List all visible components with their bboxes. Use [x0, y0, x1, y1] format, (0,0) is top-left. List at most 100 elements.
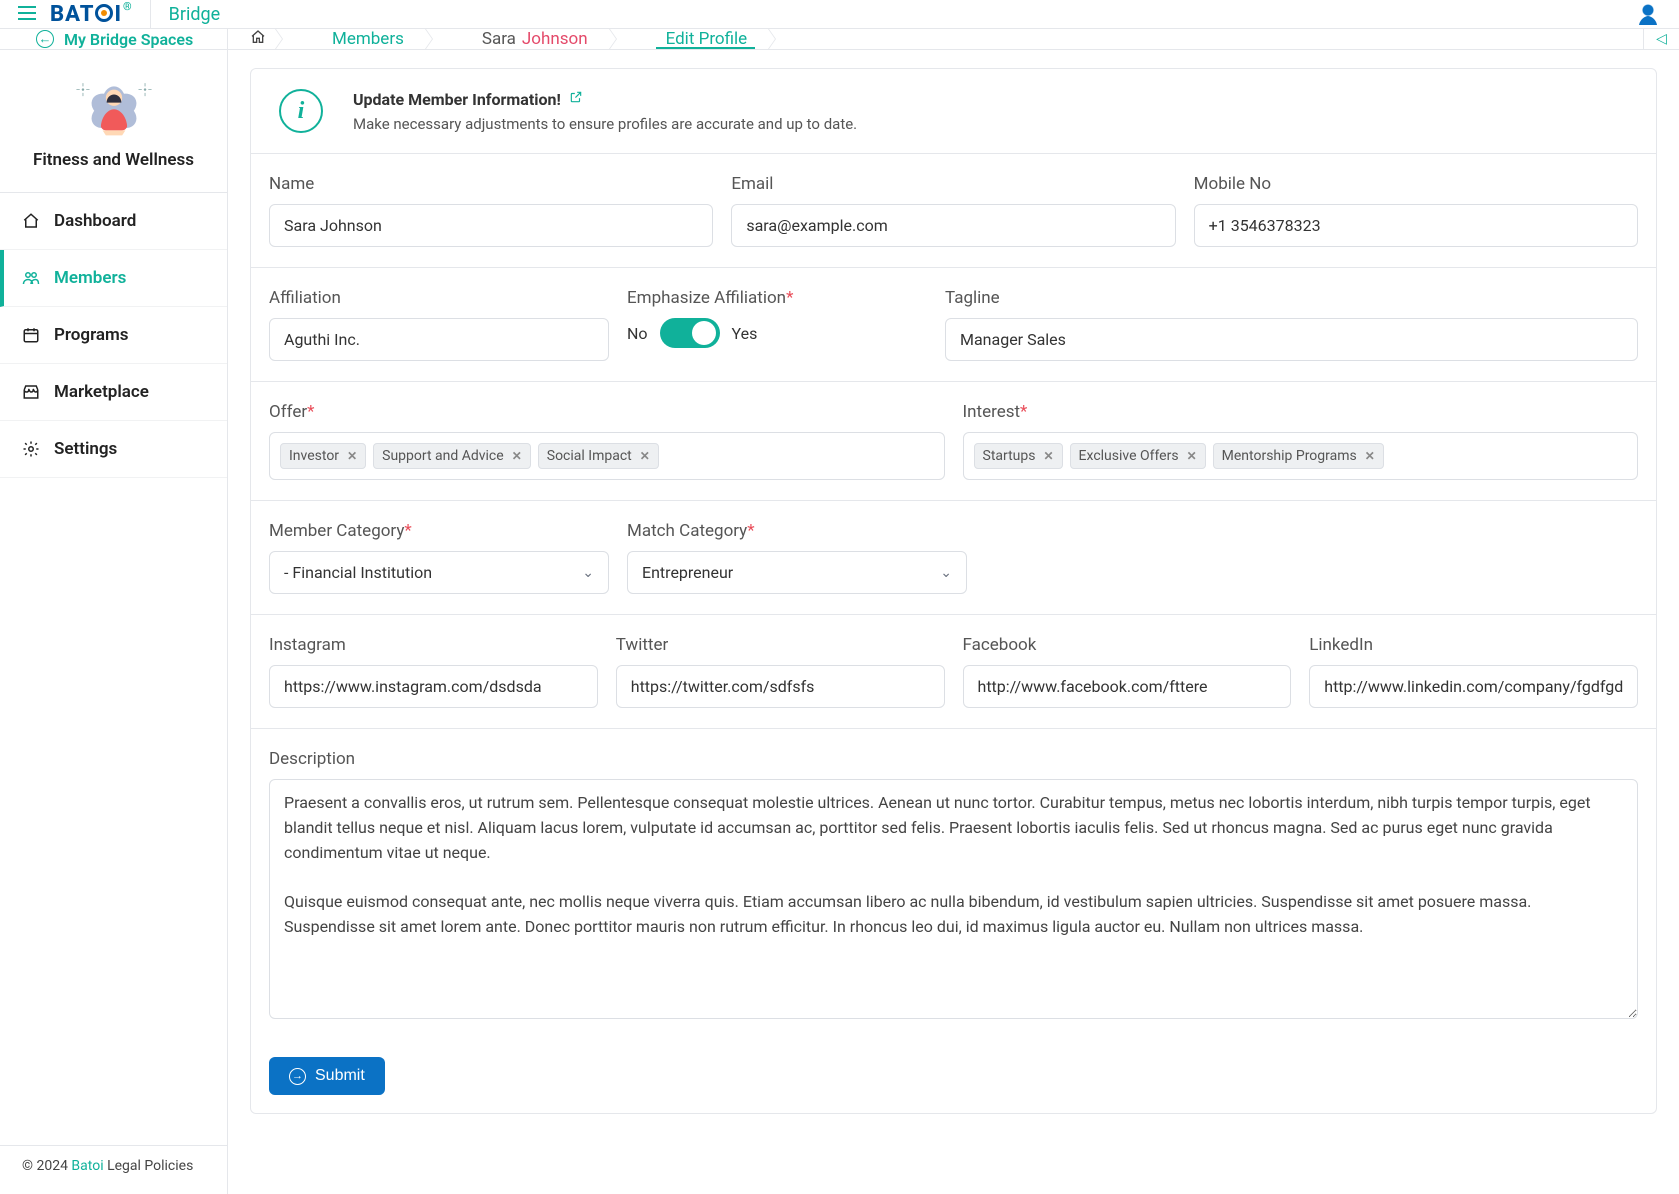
- sidebar-item-label: Marketplace: [54, 382, 149, 402]
- crumb-edit-profile[interactable]: Edit Profile: [636, 29, 776, 49]
- chevron-down-icon: ⌄: [940, 565, 952, 581]
- label-interest: Interest*: [963, 402, 1639, 422]
- description-textarea[interactable]: [269, 779, 1638, 1019]
- tagline-input[interactable]: [945, 318, 1638, 361]
- footer-brand-link[interactable]: Batoi: [71, 1158, 103, 1174]
- external-link-icon[interactable]: [569, 90, 583, 108]
- user-avatar-icon[interactable]: [1635, 1, 1661, 27]
- sidebar-item-members[interactable]: Members: [0, 250, 227, 307]
- sidebar-nav: Dashboard Members Programs Marketplace S…: [0, 193, 227, 1145]
- tag: Social Impact ✕: [538, 443, 659, 469]
- chevron-down-icon: ⌄: [582, 565, 594, 581]
- content: i Update Member Information! Make necess…: [228, 50, 1679, 1194]
- twitter-input[interactable]: [616, 665, 945, 708]
- brand-logo[interactable]: BATI®: [50, 2, 132, 27]
- store-icon: [22, 383, 40, 401]
- sidebar-item-settings[interactable]: Settings: [0, 421, 227, 478]
- sidebar-item-label: Settings: [54, 439, 117, 459]
- breadcrumb-sep: [616, 29, 636, 49]
- users-icon: [22, 269, 40, 287]
- email-input[interactable]: [731, 204, 1175, 247]
- label-name: Name: [269, 174, 713, 194]
- topbar: BATI® Bridge: [0, 0, 1679, 29]
- tag: Startups ✕: [974, 443, 1063, 469]
- tag-label: Investor: [289, 448, 339, 464]
- linkedin-input[interactable]: [1309, 665, 1638, 708]
- collapse-panel-icon[interactable]: ◁: [1643, 29, 1679, 49]
- calendar-icon: [22, 326, 40, 344]
- tag: Exclusive Offers ✕: [1070, 443, 1206, 469]
- arrow-right-icon: →: [289, 1068, 306, 1085]
- label-match-category: Match Category*: [627, 521, 967, 541]
- match-category-select[interactable]: Entrepreneur ⌄: [627, 551, 967, 594]
- toggle-yes-label: Yes: [732, 324, 758, 343]
- label-emphasize-affiliation: Emphasize Affiliation*: [627, 288, 927, 308]
- sidebar-item-programs[interactable]: Programs: [0, 307, 227, 364]
- sidebar-item-dashboard[interactable]: Dashboard: [0, 193, 227, 250]
- info-icon: i: [279, 89, 323, 133]
- space-header: Fitness and Wellness: [0, 50, 227, 193]
- sidebar-footer: © 2024 Batoi Legal Policies: [0, 1145, 227, 1194]
- submit-button[interactable]: → Submit: [269, 1057, 385, 1095]
- label-member-category: Member Category*: [269, 521, 609, 541]
- breadcrumb-sep: [282, 29, 302, 49]
- label-offer: Offer*: [269, 402, 945, 422]
- tag-remove-icon[interactable]: ✕: [347, 449, 357, 463]
- tag-label: Exclusive Offers: [1079, 448, 1179, 464]
- label-instagram: Instagram: [269, 635, 598, 655]
- sidebar-item-label: Members: [54, 268, 126, 288]
- facebook-input[interactable]: [963, 665, 1292, 708]
- tag-remove-icon[interactable]: ✕: [512, 449, 522, 463]
- label-description: Description: [269, 749, 1638, 769]
- emphasize-affiliation-toggle[interactable]: [660, 318, 720, 348]
- crumb-member-name[interactable]: Sara Johnson: [452, 29, 616, 49]
- offer-tag-input[interactable]: Investor✕Support and Advice✕Social Impac…: [269, 432, 945, 480]
- affiliation-input[interactable]: [269, 318, 609, 361]
- tag: Investor ✕: [280, 443, 366, 469]
- info-banner: i Update Member Information! Make necess…: [251, 69, 1656, 154]
- breadcrumb: Members Sara Johnson Edit Profile: [228, 29, 1643, 49]
- breadcrumb-sep: [432, 29, 452, 49]
- tag-remove-icon[interactable]: ✕: [1365, 449, 1375, 463]
- tag-remove-icon[interactable]: ✕: [1043, 449, 1053, 463]
- label-linkedin: LinkedIn: [1309, 635, 1638, 655]
- tag-remove-icon[interactable]: ✕: [640, 449, 650, 463]
- gear-icon: [22, 440, 40, 458]
- label-affiliation: Affiliation: [269, 288, 609, 308]
- crumb-members[interactable]: Members: [302, 29, 432, 49]
- label-email: Email: [731, 174, 1175, 194]
- info-description: Make necessary adjustments to ensure pro…: [353, 115, 857, 133]
- sidebar: Fitness and Wellness Dashboard Members P…: [0, 50, 228, 1194]
- edit-profile-card: i Update Member Information! Make necess…: [250, 68, 1657, 1114]
- space-name: Fitness and Wellness: [10, 150, 217, 170]
- tag-label: Support and Advice: [382, 448, 504, 464]
- tag-remove-icon[interactable]: ✕: [1187, 449, 1197, 463]
- tag: Mentorship Programs ✕: [1213, 443, 1384, 469]
- label-mobile: Mobile No: [1194, 174, 1638, 194]
- tag-label: Mentorship Programs: [1222, 448, 1357, 464]
- sidebar-item-marketplace[interactable]: Marketplace: [0, 364, 227, 421]
- info-title: Update Member Information!: [353, 90, 561, 109]
- sidebar-item-label: Dashboard: [54, 211, 136, 231]
- mobile-input[interactable]: [1194, 204, 1638, 247]
- menu-icon[interactable]: [18, 5, 50, 24]
- my-bridge-spaces-link[interactable]: ← My Bridge Spaces: [0, 29, 228, 49]
- my-bridge-spaces-label: My Bridge Spaces: [64, 30, 193, 49]
- label-tagline: Tagline: [945, 288, 1638, 308]
- brand-sublabel[interactable]: Bridge: [169, 4, 221, 25]
- tag: Support and Advice ✕: [373, 443, 531, 469]
- sidebar-item-label: Programs: [54, 325, 129, 345]
- divider: [150, 0, 151, 28]
- breadcrumb-sep: [775, 29, 795, 49]
- name-input[interactable]: [269, 204, 713, 247]
- back-arrow-icon: ←: [36, 30, 54, 48]
- main: Fitness and Wellness Dashboard Members P…: [0, 50, 1679, 1194]
- tag-label: Startups: [983, 448, 1036, 464]
- toggle-no-label: No: [627, 324, 648, 343]
- interest-tag-input[interactable]: Startups✕Exclusive Offers✕Mentorship Pro…: [963, 432, 1639, 480]
- member-category-select[interactable]: - Financial Institution ⌄: [269, 551, 609, 594]
- tag-label: Social Impact: [547, 448, 632, 464]
- instagram-input[interactable]: [269, 665, 598, 708]
- label-facebook: Facebook: [963, 635, 1292, 655]
- space-avatar: [65, 70, 163, 140]
